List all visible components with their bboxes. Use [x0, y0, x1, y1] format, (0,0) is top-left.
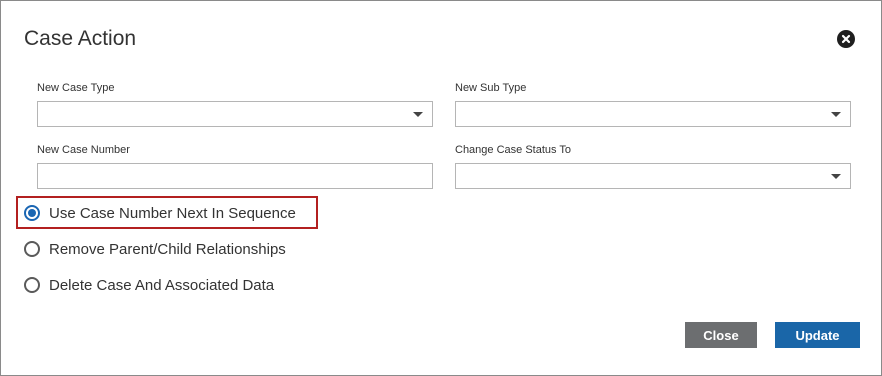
update-button[interactable]: Update [775, 322, 860, 348]
radio-button-checked[interactable] [24, 205, 40, 221]
radio-label: Use Case Number Next In Sequence [49, 204, 296, 222]
chevron-down-icon [413, 112, 423, 117]
case-action-dialog: Case Action New Case Type New Sub Type N… [0, 0, 882, 376]
new-sub-type-select[interactable] [455, 101, 851, 127]
chevron-down-icon [831, 112, 841, 117]
radio-label: Delete Case And Associated Data [49, 276, 275, 294]
radio-label: Remove Parent/Child Relationships [49, 240, 286, 258]
radio-option-use-next-number[interactable]: Use Case Number Next In Sequence [24, 203, 296, 223]
change-case-status-select[interactable] [455, 163, 851, 189]
radio-option-delete-case[interactable]: Delete Case And Associated Data [24, 275, 274, 295]
change-case-status-label: Change Case Status To [455, 144, 571, 156]
radio-button[interactable] [24, 241, 40, 257]
chevron-down-icon [831, 174, 841, 179]
new-sub-type-label: New Sub Type [455, 82, 527, 94]
radio-option-remove-relationships[interactable]: Remove Parent/Child Relationships [24, 239, 286, 259]
dialog-title: Case Action [24, 27, 137, 50]
radio-button[interactable] [24, 277, 40, 293]
new-case-type-label: New Case Type [37, 82, 115, 94]
close-button[interactable]: Close [685, 322, 757, 348]
new-case-number-label: New Case Number [37, 144, 130, 156]
new-case-type-select[interactable] [37, 101, 433, 127]
new-case-number-input[interactable] [37, 163, 433, 189]
close-icon[interactable] [837, 30, 855, 48]
